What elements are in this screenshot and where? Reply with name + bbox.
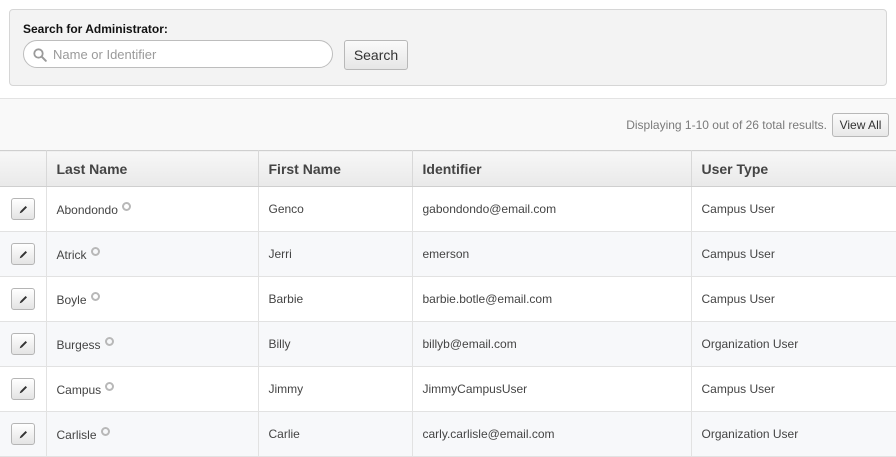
column-header-last-name[interactable]: Last Name — [46, 150, 259, 187]
cell-last-name: Atrick — [46, 231, 259, 277]
column-header-first-name[interactable]: First Name — [258, 150, 413, 187]
cell-first-name: Jimmy — [258, 366, 413, 412]
edit-button[interactable] — [10, 198, 35, 220]
cell-first-name: Barbie — [258, 276, 413, 322]
search-label: Search for Administrator: — [23, 22, 168, 36]
search-button[interactable]: Search — [344, 40, 408, 70]
edit-cell — [0, 186, 47, 232]
cell-last-name: Abondondo — [46, 186, 259, 232]
pencil-icon — [19, 386, 27, 394]
last-name-text: Carlisle — [56, 427, 97, 442]
edit-cell — [0, 366, 47, 412]
last-name-text: Burgess — [56, 337, 101, 352]
edit-button[interactable] — [10, 423, 35, 445]
status-circle-icon — [100, 426, 110, 436]
table-row: Burgess Billy billyb@email.com Organizat… — [0, 321, 896, 367]
edit-button[interactable] — [10, 333, 35, 355]
table-row: Campus Jimmy JimmyCampusUser Campus User — [0, 366, 896, 412]
table-row: Carlisle Carlie carly.carlisle@email.com… — [0, 411, 896, 457]
search-panel: Search for Administrator: Search — [9, 9, 887, 86]
cell-user-type: Organization User — [691, 321, 896, 367]
search-field[interactable] — [23, 40, 333, 68]
edit-button[interactable] — [10, 243, 35, 265]
pencil-icon — [19, 296, 27, 304]
edit-button[interactable] — [10, 288, 35, 310]
pencil-icon — [19, 431, 27, 439]
edit-cell — [0, 231, 47, 277]
last-name-text: Atrick — [56, 247, 87, 262]
pencil-icon — [19, 251, 27, 259]
cell-user-type: Campus User — [691, 231, 896, 277]
status-circle-icon — [121, 201, 131, 211]
results-toolbar: Displaying 1-10 out of 26 total results.… — [0, 98, 896, 150]
edit-column-header — [0, 150, 47, 187]
cell-user-type: Campus User — [691, 366, 896, 412]
cell-user-type: Campus User — [691, 276, 896, 322]
results-summary: Displaying 1-10 out of 26 total results. — [626, 118, 827, 132]
status-circle-icon — [90, 246, 100, 256]
last-name-text: Boyle — [56, 292, 87, 307]
cell-identifier: barbie.botle@email.com — [412, 276, 692, 322]
status-circle-icon — [104, 336, 114, 346]
status-circle-icon — [90, 291, 100, 301]
cell-first-name: Billy — [258, 321, 413, 367]
pencil-icon — [19, 206, 27, 214]
search-icon — [33, 48, 47, 62]
last-name-text: Campus — [56, 382, 102, 397]
table-row: Boyle Barbie barbie.botle@email.com Camp… — [0, 276, 896, 322]
cell-user-type: Campus User — [691, 186, 896, 232]
view-all-button[interactable]: View All — [832, 113, 889, 137]
cell-first-name: Carlie — [258, 411, 413, 457]
edit-cell — [0, 321, 47, 367]
administrator-table: Last Name First Name Identifier User Typ… — [0, 150, 896, 457]
search-input[interactable] — [53, 41, 323, 67]
cell-identifier: JimmyCampusUser — [412, 366, 692, 412]
cell-first-name: Genco — [258, 186, 413, 232]
cell-last-name: Campus — [46, 366, 259, 412]
cell-last-name: Carlisle — [46, 411, 259, 457]
cell-last-name: Boyle — [46, 276, 259, 322]
status-circle-icon — [105, 381, 115, 391]
column-header-identifier[interactable]: Identifier — [412, 150, 692, 187]
edit-button[interactable] — [10, 378, 35, 400]
cell-user-type: Organization User — [691, 411, 896, 457]
column-header-user-type[interactable]: User Type — [691, 150, 896, 187]
pencil-icon — [19, 341, 27, 349]
table-row: Abondondo Genco gabondondo@email.com Cam… — [0, 186, 896, 232]
cell-identifier: carly.carlisle@email.com — [412, 411, 692, 457]
table-row: Atrick Jerri emerson Campus User — [0, 231, 896, 277]
edit-cell — [0, 276, 47, 322]
cell-last-name: Burgess — [46, 321, 259, 367]
edit-cell — [0, 411, 47, 457]
cell-first-name: Jerri — [258, 231, 413, 277]
cell-identifier: billyb@email.com — [412, 321, 692, 367]
cell-identifier: emerson — [412, 231, 692, 277]
table-header-row: Last Name First Name Identifier User Typ… — [0, 150, 896, 187]
cell-identifier: gabondondo@email.com — [412, 186, 692, 232]
last-name-text: Abondondo — [56, 202, 118, 217]
